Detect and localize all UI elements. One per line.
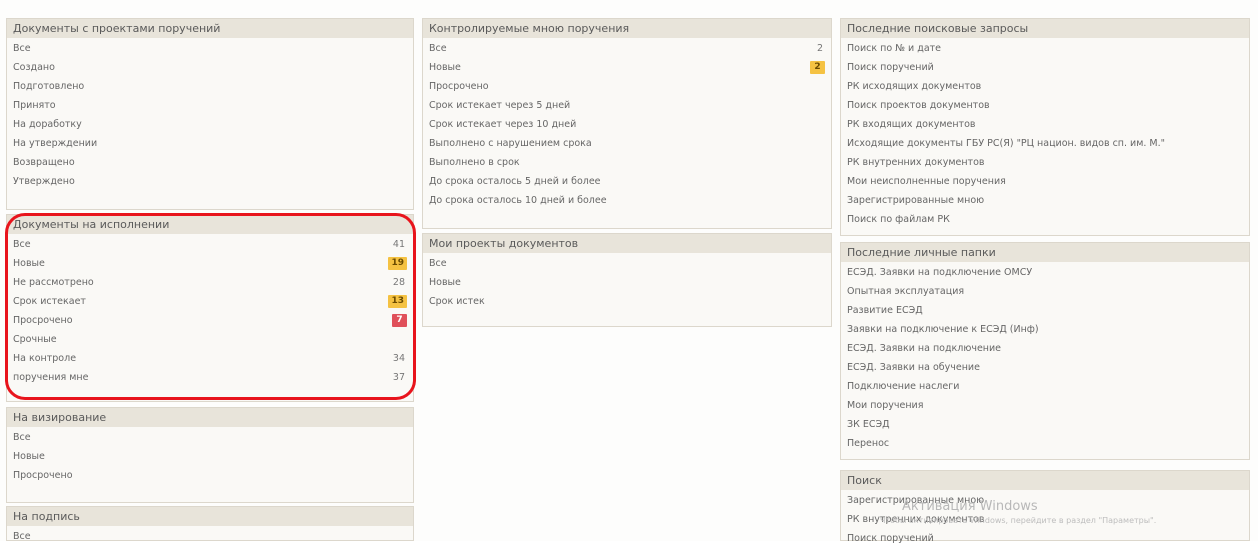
list-item-expired[interactable]: Срок истек	[423, 292, 831, 311]
list-item-revision[interactable]: На доработку	[7, 115, 413, 134]
search-link[interactable]: РК исходящих документов	[841, 77, 1249, 96]
panel-title: Документы на исполнении	[7, 215, 413, 234]
list-item-expires-5-days[interactable]: Срок истекает через 5 дней	[423, 96, 831, 115]
folder-link[interactable]: ЕСЭД. Заявки на подключение ОМСУ	[841, 263, 1249, 282]
folder-link[interactable]: ЗК ЕСЭД	[841, 415, 1249, 434]
list-item-done-late[interactable]: Выполнено с нарушением срока	[423, 134, 831, 153]
list-item-new[interactable]: Новые	[7, 447, 413, 466]
search-link[interactable]: Поиск поручений	[841, 58, 1249, 77]
search-link[interactable]: РК внутренних документов	[841, 153, 1249, 172]
search-link[interactable]: Поиск по № и дате	[841, 39, 1249, 58]
list-item-expiring[interactable]: Срок истекает 13	[7, 292, 413, 311]
list-item-urgent[interactable]: Срочные	[7, 330, 413, 349]
list-item-done-on-time[interactable]: Выполнено в срок	[423, 153, 831, 172]
list-item-prepared[interactable]: Подготовлено	[7, 77, 413, 96]
list-item-all[interactable]: Все	[7, 527, 413, 546]
panel-title: Документы с проектами поручений	[7, 19, 413, 38]
panel-execution: Документы на исполнении Все 41 Новые 19 Не…	[6, 214, 414, 402]
count-badge: 2	[810, 61, 825, 74]
panel-visa: На визирование Все Новые Просрочено	[6, 407, 414, 503]
list-item-new[interactable]: Новые	[423, 273, 831, 292]
list-item-approval[interactable]: На утверждении	[7, 134, 413, 153]
folder-link[interactable]: ЕСЭД. Заявки на обучение	[841, 358, 1249, 377]
list-item-overdue[interactable]: Просрочено	[7, 466, 413, 485]
list-item-accepted[interactable]: Принято	[7, 96, 413, 115]
item-count: 34	[392, 353, 405, 364]
folder-link[interactable]: Опытная эксплуатация	[841, 282, 1249, 301]
panel-projects: Документы с проектами поручений Все Созд…	[6, 18, 414, 210]
windows-activation-watermark: Активация Windows	[902, 499, 1038, 514]
list-item-10-days-left[interactable]: До срока осталось 10 дней и более	[423, 191, 831, 210]
panel-title: Мои проекты документов	[423, 234, 831, 253]
search-link[interactable]: Зарегистрированные мною	[841, 191, 1249, 210]
list-item-returned[interactable]: Возвращено	[7, 153, 413, 172]
list-item-all[interactable]: Все 2	[423, 39, 831, 58]
folder-link[interactable]: Заявки на подключение к ЕСЭД (Инф)	[841, 320, 1249, 339]
panel-title: Поиск	[841, 471, 1249, 490]
panel-title: Последние поисковые запросы	[841, 19, 1249, 38]
folder-link[interactable]: Мои поручения	[841, 396, 1249, 415]
list-item-all[interactable]: Все	[7, 428, 413, 447]
panel-title: На подпись	[7, 507, 413, 526]
list-item-new[interactable]: Новые 19	[7, 254, 413, 273]
count-badge: 13	[388, 295, 407, 308]
search-link[interactable]: Исходящие документы ГБУ РС(Я) "РЦ национ…	[841, 134, 1249, 153]
search-link[interactable]: Поиск поручений	[841, 529, 1249, 548]
list-item-overdue[interactable]: Просрочено	[423, 77, 831, 96]
panel-recent-searches: Последние поисковые запросы Поиск по № и…	[840, 18, 1250, 236]
folder-link[interactable]: Подключение наслеги	[841, 377, 1249, 396]
list-item-assigned-to-me[interactable]: поручения мне 37	[7, 368, 413, 387]
folder-link[interactable]: Перенос	[841, 434, 1249, 453]
list-item-all[interactable]: Все 41	[7, 235, 413, 254]
item-count: 37	[392, 372, 405, 383]
folder-link[interactable]: ЕСЭД. Заявки на подключение	[841, 339, 1249, 358]
item-count: 28	[392, 277, 405, 288]
panel-personal-folders: Последние личные папки ЕСЭД. Заявки на п…	[840, 242, 1250, 460]
list-item-5-days-left[interactable]: До срока осталось 5 дней и более	[423, 172, 831, 191]
list-item-created[interactable]: Создано	[7, 58, 413, 77]
panel-controlled: Контролируемые мною поручения Все 2 Новые…	[422, 18, 832, 229]
search-link[interactable]: Поиск по файлам РК	[841, 210, 1249, 229]
search-link[interactable]: Поиск проектов документов	[841, 96, 1249, 115]
list-item-on-control[interactable]: На контроле 34	[7, 349, 413, 368]
panel-title: Последние личные папки	[841, 243, 1249, 262]
count-badge: 19	[388, 257, 407, 270]
panel-sign: На подпись Все	[6, 506, 414, 542]
folder-link[interactable]: Развитие ЕСЭД	[841, 301, 1249, 320]
panel-title: На визирование	[7, 408, 413, 427]
list-item-all[interactable]: Все	[7, 39, 413, 58]
item-count: 2	[816, 43, 823, 54]
windows-activation-hint: Чтобы активировать Windows, перейдите в …	[880, 516, 1157, 525]
list-item-expires-10-days[interactable]: Срок истекает через 10 дней	[423, 115, 831, 134]
panel-title: Контролируемые мною поручения	[423, 19, 831, 38]
list-item-all[interactable]: Все	[423, 254, 831, 273]
item-count: 41	[392, 239, 405, 250]
search-link[interactable]: Мои неисполненные поручения	[841, 172, 1249, 191]
panel-my-projects: Мои проекты документов Все Новые Срок ис…	[422, 233, 832, 327]
overdue-badge: 7	[392, 314, 407, 327]
list-item-new[interactable]: Новые 2	[423, 58, 831, 77]
list-item-approved[interactable]: Утверждено	[7, 172, 413, 191]
search-link[interactable]: РК входящих документов	[841, 115, 1249, 134]
list-item-not-reviewed[interactable]: Не рассмотрено 28	[7, 273, 413, 292]
list-item-overdue[interactable]: Просрочено 7	[7, 311, 413, 330]
